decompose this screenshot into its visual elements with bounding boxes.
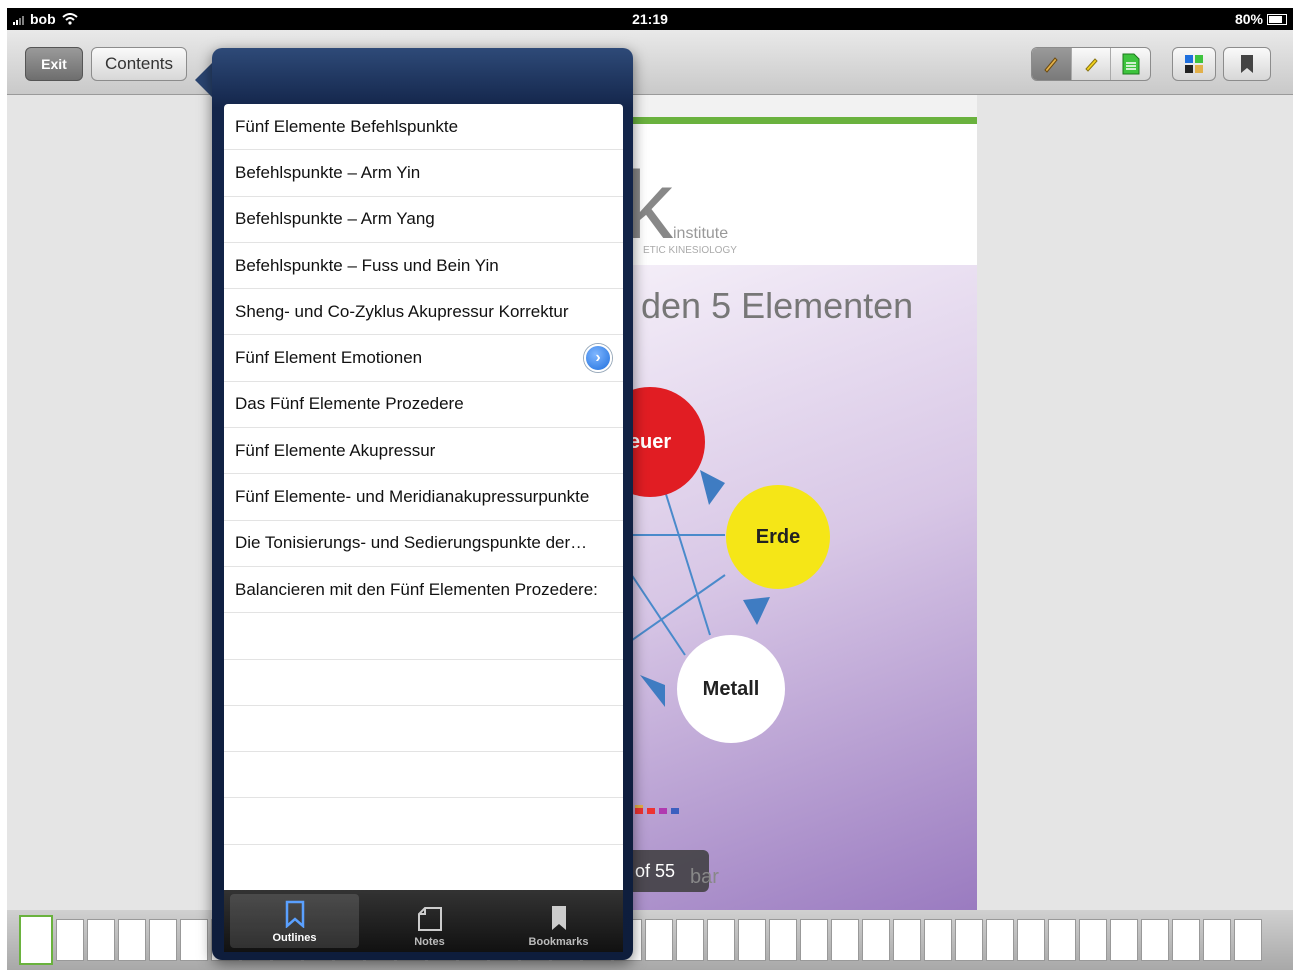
disclosure-chevron-icon[interactable]: › xyxy=(584,344,612,373)
thumbnail[interactable] xyxy=(56,919,84,961)
outline-item[interactable]: Befehlspunkte – Fuss und Bein Yin xyxy=(224,243,623,290)
thumbnail-grid-button[interactable] xyxy=(1172,47,1216,81)
empty-row xyxy=(224,845,623,890)
thumbnail[interactable] xyxy=(800,919,828,961)
thumbnail-current[interactable] xyxy=(19,915,53,965)
pen-tool-button[interactable] xyxy=(1032,48,1072,80)
empty-row xyxy=(224,660,623,706)
thumbnail[interactable] xyxy=(87,919,115,961)
outline-item[interactable]: Fünf Elemente Befehlspunkte xyxy=(224,104,623,151)
thumbnail[interactable] xyxy=(831,919,859,961)
outline-item-label: Fünf Element Emotionen xyxy=(235,348,423,368)
thumbnail[interactable] xyxy=(1048,919,1076,961)
thumbnail[interactable] xyxy=(707,919,735,961)
outline-item-label: Fünf Elemente Akupressur xyxy=(235,440,436,460)
note-page-icon xyxy=(1122,53,1140,75)
tab-bookmarks-label: Bookmarks xyxy=(528,936,589,948)
thumbnail[interactable] xyxy=(924,919,952,961)
outline-item[interactable]: Das Fünf Elemente Prozedere xyxy=(224,382,623,429)
outline-item[interactable]: Fünf Element Emotionen › xyxy=(224,335,623,382)
earth-element: Erde xyxy=(726,485,830,589)
thumbnail[interactable] xyxy=(1203,919,1231,961)
thumbnail[interactable] xyxy=(645,919,673,961)
empty-row xyxy=(224,706,623,753)
thumbnail[interactable] xyxy=(738,919,766,961)
empty-row xyxy=(224,613,623,660)
thumbnail[interactable] xyxy=(676,919,704,961)
annotation-tools xyxy=(1031,47,1151,81)
thumbnail[interactable] xyxy=(1079,919,1107,961)
contents-button[interactable]: Contents xyxy=(91,47,187,81)
tab-outlines-label: Outlines xyxy=(272,932,317,944)
outline-item-label: Fünf Elemente Befehlspunkte xyxy=(235,116,459,136)
outline-item[interactable]: Balancieren mit den Fünf Elementen Proze… xyxy=(224,567,623,614)
thumbnail[interactable] xyxy=(893,919,921,961)
outline-item-label: Die Tonisierungs- und Sedierungspunkte d… xyxy=(235,533,588,553)
status-bar: bob 21:19 80% xyxy=(7,8,1293,30)
bookmark-icon xyxy=(551,906,566,930)
outline-item-label: Das Fünf Elemente Prozedere xyxy=(235,394,464,414)
outline-item-label: Befehlspunkte – Arm Yang xyxy=(235,209,435,229)
outline-item-label: Befehlspunkte – Fuss und Bein Yin xyxy=(235,255,499,275)
outline-item[interactable]: Befehlspunkte – Arm Yang xyxy=(224,197,623,243)
thumbnail[interactable] xyxy=(1234,919,1262,961)
outline-item-label: Fünf Elemente- und Meridianakupressurpun… xyxy=(235,487,590,507)
highlighter-tool-button[interactable] xyxy=(1072,48,1112,80)
thumbnail[interactable] xyxy=(118,919,146,961)
thumbnail[interactable] xyxy=(1141,919,1169,961)
thumbnail[interactable] xyxy=(986,919,1014,961)
grid-icon xyxy=(1185,55,1203,73)
battery-percent: 80% xyxy=(1234,11,1263,27)
tab-notes-label: Notes xyxy=(414,936,445,948)
outline-item-label: Befehlspunkte – Arm Yin xyxy=(235,162,421,182)
author-fragment: bar xyxy=(690,866,719,888)
tab-bookmarks[interactable]: Bookmarks xyxy=(494,890,623,952)
clock: 21:19 xyxy=(632,11,668,27)
document-page[interactable]: k institute ETIC KINESIOLOGY den 5 Eleme… xyxy=(625,95,977,910)
outline-item[interactable]: Fünf Elemente Akupressur xyxy=(224,428,623,475)
exit-button[interactable]: Exit xyxy=(25,47,83,81)
thumbnail[interactable] xyxy=(1110,919,1138,961)
empty-row xyxy=(224,752,623,799)
outline-item[interactable]: Die Tonisierungs- und Sedierungspunkte d… xyxy=(224,521,623,567)
thumbnail[interactable] xyxy=(769,919,797,961)
empty-row xyxy=(224,798,623,845)
outline-item[interactable]: Fünf Elemente- und Meridianakupressurpun… xyxy=(224,474,623,521)
outline-item-label: Balancieren mit den Fünf Elementen Proze… xyxy=(235,579,598,599)
bookmark-outline-icon xyxy=(285,900,304,928)
tab-outlines[interactable]: Outlines xyxy=(230,894,359,948)
popover-tab-bar: Outlines Notes Bookmarks xyxy=(224,890,623,952)
outline-item[interactable]: Befehlspunkte – Arm Yin xyxy=(224,150,623,197)
note-icon xyxy=(417,907,442,931)
bookmark-icon xyxy=(1241,55,1253,73)
outline-list[interactable]: Fünf Elemente Befehlspunkte Befehlspunkt… xyxy=(224,104,623,890)
bookmark-button[interactable] xyxy=(1223,47,1271,81)
highlighter-icon xyxy=(1085,58,1098,72)
battery-icon xyxy=(1267,13,1287,25)
contents-popover: Fünf Elemente Befehlspunkte Befehlspunkt… xyxy=(195,48,633,960)
status-right: 80% xyxy=(1235,11,1287,27)
thumbnail[interactable] xyxy=(1017,919,1045,961)
thumbnail[interactable] xyxy=(862,919,890,961)
outline-item[interactable]: Sheng- und Co-Zyklus Akupressur Korrektu… xyxy=(224,289,623,336)
thumbnail[interactable] xyxy=(149,919,177,961)
outline-item-label: Sheng- und Co-Zyklus Akupressur Korrektu… xyxy=(235,301,569,321)
pen-icon xyxy=(1044,57,1059,73)
note-tool-button[interactable] xyxy=(1111,48,1150,80)
thumbnail[interactable] xyxy=(955,919,983,961)
tab-notes[interactable]: Notes xyxy=(365,890,494,952)
thumbnail[interactable] xyxy=(1172,919,1200,961)
metal-element: Metall xyxy=(677,635,785,743)
